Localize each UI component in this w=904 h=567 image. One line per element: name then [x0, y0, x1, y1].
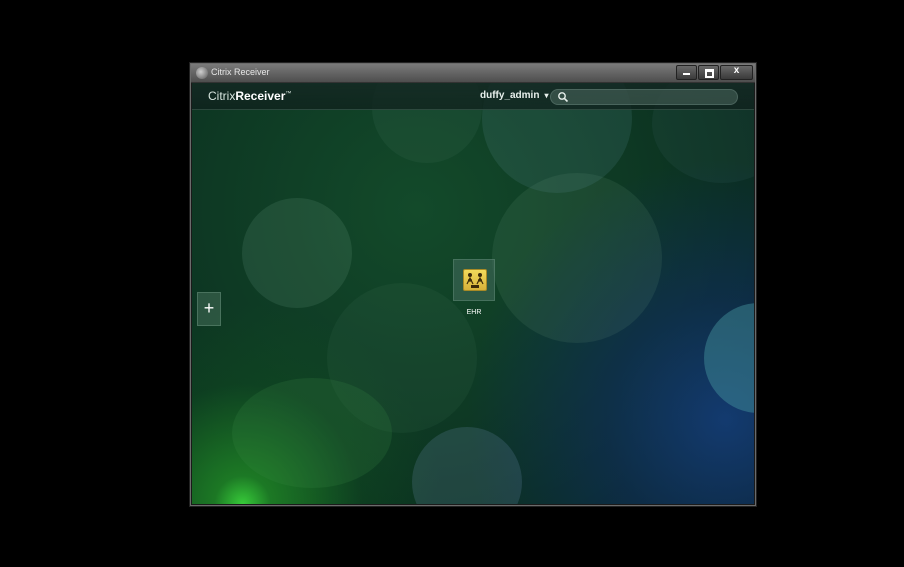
bokeh-decoration: [242, 198, 352, 308]
window-controls: x: [676, 65, 753, 80]
user-menu[interactable]: duffy_admin ▾: [480, 90, 548, 101]
chevron-down-icon: ▾: [544, 91, 549, 100]
citrix-app-icon: [196, 67, 208, 79]
minimize-button[interactable]: [676, 65, 697, 80]
app-label: EHR: [466, 309, 482, 316]
citrix-receiver-logo: CitrixReceiver™: [208, 89, 291, 103]
app-tile[interactable]: [453, 259, 495, 301]
app-content: CitrixReceiver™ duffy_admin ▾ + EHR: [192, 83, 754, 504]
brand-trademark: ™: [285, 91, 292, 97]
search-icon: [558, 92, 569, 103]
brand-citrix: Citrix: [208, 89, 236, 103]
add-apps-button[interactable]: +: [197, 292, 221, 326]
ehr-app-icon: [463, 269, 487, 291]
close-icon: x: [733, 65, 740, 76]
title-bar[interactable]: Citrix Receiver x: [191, 64, 755, 83]
maximize-button[interactable]: [698, 65, 719, 80]
bokeh-decoration: [232, 378, 392, 488]
bokeh-decoration: [492, 173, 662, 343]
bokeh-decoration: [412, 427, 522, 504]
app-item-ehr[interactable]: EHR: [452, 259, 496, 316]
citrix-receiver-window: Citrix Receiver x CitrixReceiver™ duffy_…: [190, 63, 756, 506]
close-button[interactable]: x: [720, 65, 753, 80]
bokeh-decoration: [704, 303, 754, 413]
window-title: Citrix Receiver: [211, 67, 270, 77]
brand-receiver: Receiver: [235, 89, 286, 103]
people-icon: [466, 273, 484, 288]
search-input[interactable]: [550, 89, 738, 105]
username-label: duffy_admin: [480, 90, 540, 101]
receiver-header: CitrixReceiver™ duffy_admin ▾: [192, 83, 754, 110]
